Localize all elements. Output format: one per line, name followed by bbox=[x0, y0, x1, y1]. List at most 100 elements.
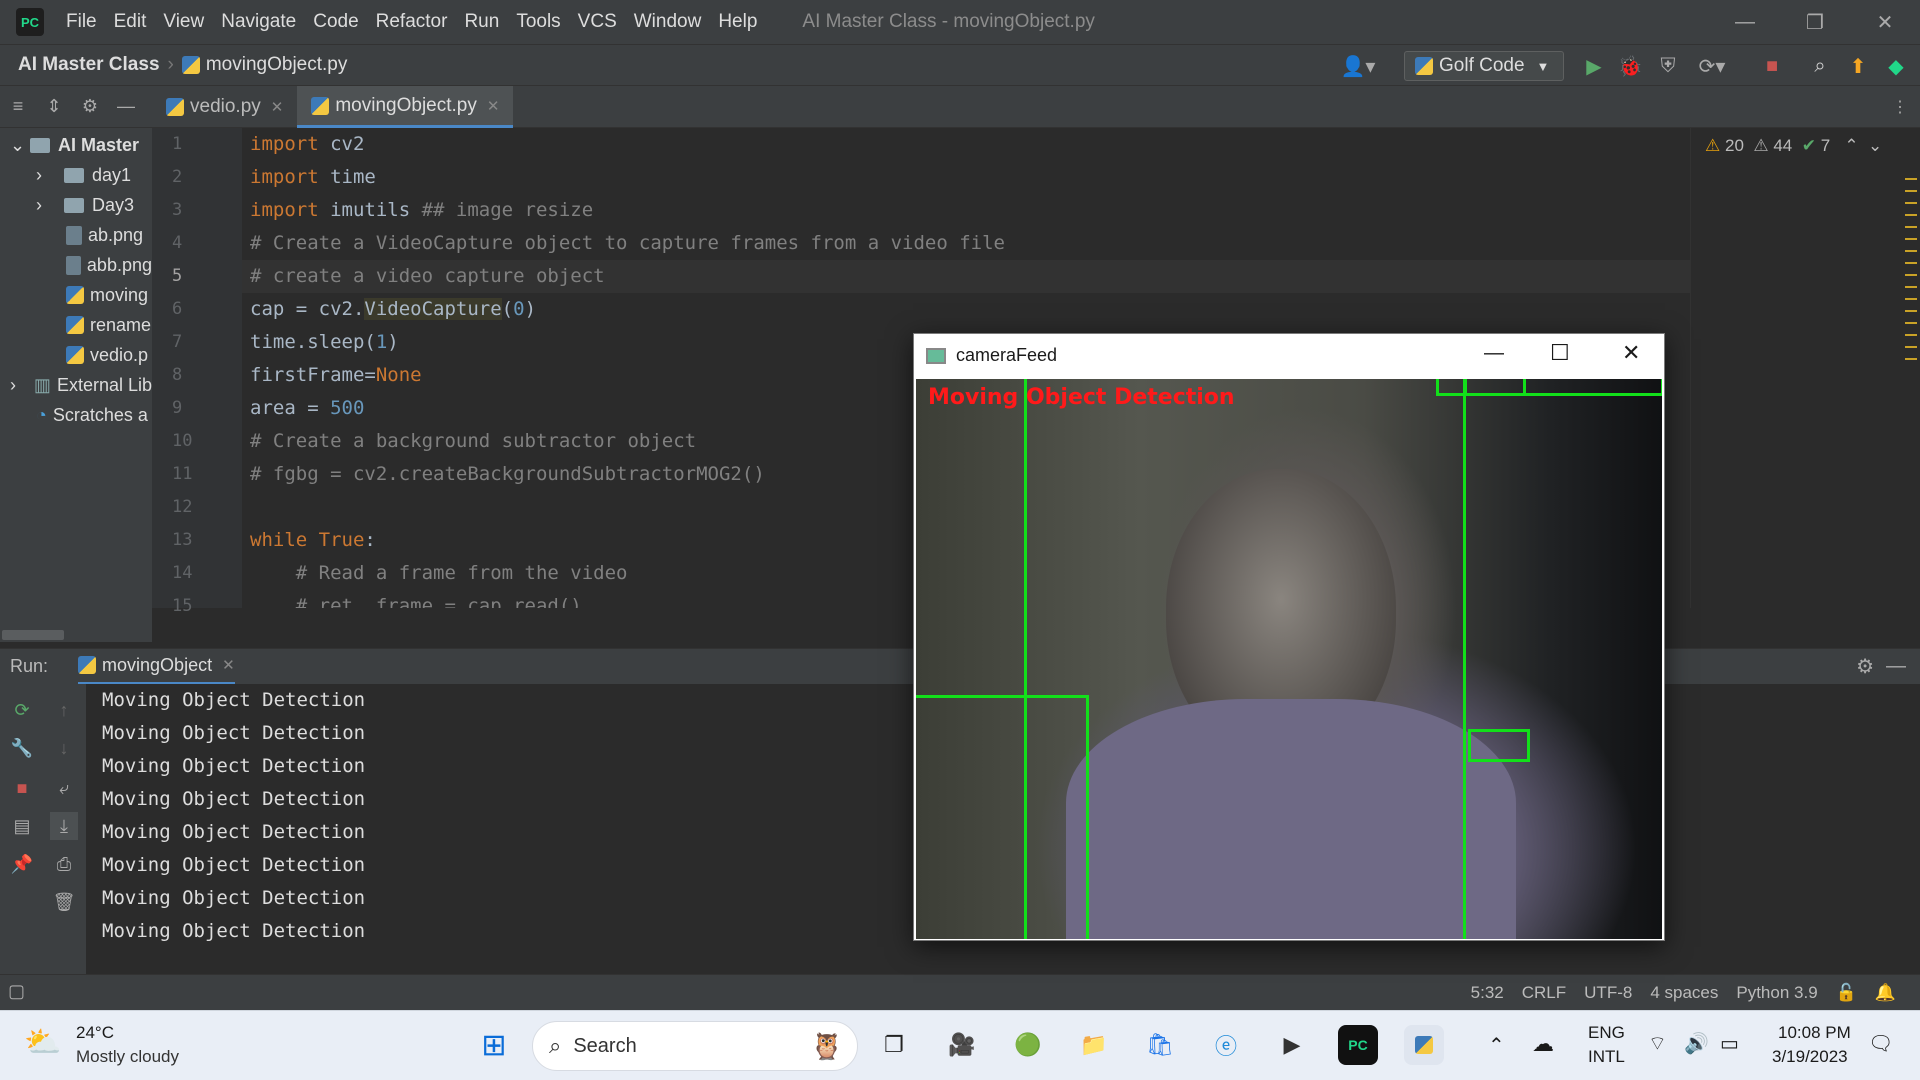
arrow-down-icon[interactable]: ↓ bbox=[50, 734, 78, 762]
menu-tools[interactable]: Tools bbox=[516, 11, 560, 33]
file-explorer-icon[interactable]: 📁 bbox=[1074, 1025, 1114, 1065]
update-icon[interactable]: ⬆ bbox=[1842, 45, 1874, 87]
tab-vedio[interactable]: vedio.py ✕ bbox=[152, 86, 297, 128]
camera-window-titlebar[interactable]: cameraFeed — ☐ ✕ bbox=[914, 334, 1664, 377]
horizontal-scrollbar[interactable] bbox=[2, 630, 64, 640]
search-icon[interactable]: ⌕ bbox=[1804, 45, 1836, 87]
notifications-icon[interactable]: 🗨 bbox=[1868, 1031, 1893, 1056]
tab-movingobject[interactable]: movingObject.py ✕ bbox=[297, 86, 514, 128]
line-separator[interactable]: CRLF bbox=[1522, 983, 1566, 1003]
panel-toggle-icon[interactable]: ▢ bbox=[8, 981, 25, 1002]
close-icon[interactable]: ✕ bbox=[271, 98, 284, 116]
file-encoding[interactable]: UTF-8 bbox=[1584, 983, 1632, 1003]
tree-item[interactable]: › Day3 bbox=[0, 190, 152, 220]
rerun-icon[interactable]: ⟳ bbox=[8, 696, 36, 724]
menu-view[interactable]: View bbox=[163, 11, 204, 33]
breadcrumb-file[interactable]: movingObject.py bbox=[206, 54, 348, 76]
menu-navigate[interactable]: Navigate bbox=[221, 11, 296, 33]
media-player-icon[interactable]: ▶ bbox=[1272, 1025, 1312, 1065]
coverage-icon[interactable]: ⛨ bbox=[1652, 45, 1684, 87]
print-icon[interactable]: ⎙ bbox=[50, 850, 78, 878]
weather-icon[interactable]: ⛅ bbox=[24, 1025, 61, 1060]
onedrive-icon[interactable]: ☁ bbox=[1532, 1031, 1554, 1057]
menu-help[interactable]: Help bbox=[718, 11, 757, 33]
stop-icon[interactable]: ■ bbox=[8, 774, 36, 802]
search-box[interactable]: ⌕ Search 🦉 bbox=[532, 1021, 858, 1071]
weather-description[interactable]: Mostly cloudy bbox=[76, 1047, 179, 1067]
store-icon[interactable]: 🛍 bbox=[1140, 1025, 1180, 1065]
camera-feed-window[interactable]: cameraFeed — ☐ ✕ Moving Object Detection bbox=[913, 333, 1665, 941]
profile-icon[interactable]: ⟳▾ bbox=[1690, 45, 1734, 87]
inspection-widget[interactable]: ⚠ 20 ⚠ 44 ✔ 7 ⌃ ⌄ bbox=[1705, 136, 1882, 156]
menu-refactor[interactable]: Refactor bbox=[376, 11, 448, 33]
soft-wrap-icon[interactable]: ⤶ bbox=[50, 774, 78, 802]
start-icon[interactable]: ⊞ bbox=[474, 1025, 514, 1065]
scroll-to-end-icon[interactable]: ⤓ bbox=[50, 812, 78, 840]
python-interpreter[interactable]: Python 3.9 bbox=[1736, 983, 1817, 1003]
breadcrumb-project[interactable]: AI Master Class bbox=[18, 54, 160, 76]
menu-vcs[interactable]: VCS bbox=[578, 11, 617, 33]
hide-icon[interactable]: — bbox=[1886, 655, 1906, 678]
chevron-up-icon[interactable]: ⌃ bbox=[1488, 1033, 1505, 1058]
run-configuration-select[interactable]: Golf Code ▼ bbox=[1404, 51, 1564, 81]
close-icon[interactable]: ✕ bbox=[1850, 0, 1920, 44]
tree-item[interactable]: vedio.p bbox=[0, 340, 152, 370]
wifi-icon[interactable]: ⌔ bbox=[1648, 1031, 1667, 1056]
tree-item-scratches[interactable]: ◔ Scratches a bbox=[0, 400, 152, 430]
gear-icon[interactable]: ⚙ bbox=[72, 96, 108, 117]
debug-icon[interactable]: 🐞 bbox=[1614, 45, 1646, 87]
tree-item[interactable]: ab.png bbox=[0, 220, 152, 250]
clock-time[interactable]: 10:08 PM bbox=[1778, 1023, 1851, 1043]
collapse-all-icon[interactable]: ⇕ bbox=[36, 96, 72, 117]
stop-icon[interactable]: ■ bbox=[1756, 45, 1788, 87]
chevron-up-icon[interactable]: ⌃ bbox=[1844, 136, 1858, 155]
menu-code[interactable]: Code bbox=[313, 11, 358, 33]
chat-icon[interactable]: 🎥 bbox=[942, 1025, 982, 1065]
chrome-icon[interactable]: 🟢 bbox=[1008, 1025, 1048, 1065]
tree-item[interactable]: abb.png bbox=[0, 250, 152, 280]
edge-icon[interactable]: ⓔ bbox=[1206, 1025, 1246, 1065]
arrow-up-icon[interactable]: ↑ bbox=[50, 696, 78, 724]
language-secondary[interactable]: INTL bbox=[1588, 1047, 1625, 1067]
restore-icon[interactable]: ❐ bbox=[1780, 0, 1850, 44]
battery-icon[interactable]: ▭ bbox=[1720, 1031, 1739, 1056]
pin-icon[interactable]: 📌 bbox=[8, 850, 36, 878]
language-primary[interactable]: ENG bbox=[1588, 1023, 1625, 1043]
volume-icon[interactable]: 🔊 bbox=[1684, 1031, 1709, 1056]
clock-date[interactable]: 3/19/2023 bbox=[1772, 1047, 1848, 1067]
chevron-down-icon[interactable]: ⌄ bbox=[1868, 136, 1882, 155]
user-icon[interactable]: 👤▾ bbox=[1336, 45, 1380, 87]
trash-icon[interactable]: 🗑 bbox=[50, 888, 78, 916]
gear-icon[interactable]: ⚙ bbox=[1856, 654, 1874, 679]
menu-edit[interactable]: Edit bbox=[114, 11, 147, 33]
python-app-icon[interactable] bbox=[1404, 1025, 1444, 1065]
more-icon[interactable]: ⋮ bbox=[1880, 86, 1920, 127]
run-icon[interactable]: ▶ bbox=[1578, 45, 1610, 87]
menu-file[interactable]: File bbox=[66, 11, 97, 33]
hide-icon[interactable]: — bbox=[108, 96, 144, 117]
maximize-icon[interactable]: ☐ bbox=[1550, 340, 1570, 366]
minimize-icon[interactable]: — bbox=[1710, 0, 1780, 44]
task-view-icon[interactable]: ❐ bbox=[874, 1025, 914, 1065]
tree-item[interactable]: › day1 bbox=[0, 160, 152, 190]
caret-position[interactable]: 5:32 bbox=[1471, 983, 1504, 1003]
close-icon[interactable]: ✕ bbox=[487, 97, 500, 115]
close-icon[interactable]: ✕ bbox=[1622, 340, 1640, 366]
temperature[interactable]: 24°C bbox=[76, 1023, 114, 1043]
tree-item[interactable]: rename bbox=[0, 310, 152, 340]
menu-run[interactable]: Run bbox=[464, 11, 499, 33]
expand-all-icon[interactable]: ≡ bbox=[0, 96, 36, 117]
run-tab[interactable]: movingObject ✕ bbox=[78, 649, 235, 685]
lock-icon[interactable]: 🔓 bbox=[1836, 983, 1857, 1003]
wrench-icon[interactable]: 🔧 bbox=[8, 734, 36, 762]
close-icon[interactable]: ✕ bbox=[222, 656, 235, 674]
pycharm-icon[interactable]: PC bbox=[1338, 1025, 1378, 1065]
menu-window[interactable]: Window bbox=[634, 11, 702, 33]
tree-root[interactable]: ⌄ AI Master bbox=[0, 130, 152, 160]
tree-item-external[interactable]: › ▥ External Lib bbox=[0, 370, 152, 400]
minimize-icon[interactable]: — bbox=[1484, 342, 1504, 365]
plugin-icon[interactable]: ◆ bbox=[1880, 45, 1912, 87]
tree-item[interactable]: moving bbox=[0, 280, 152, 310]
layout-icon[interactable]: ▤ bbox=[8, 812, 36, 840]
indent-setting[interactable]: 4 spaces bbox=[1650, 983, 1718, 1003]
